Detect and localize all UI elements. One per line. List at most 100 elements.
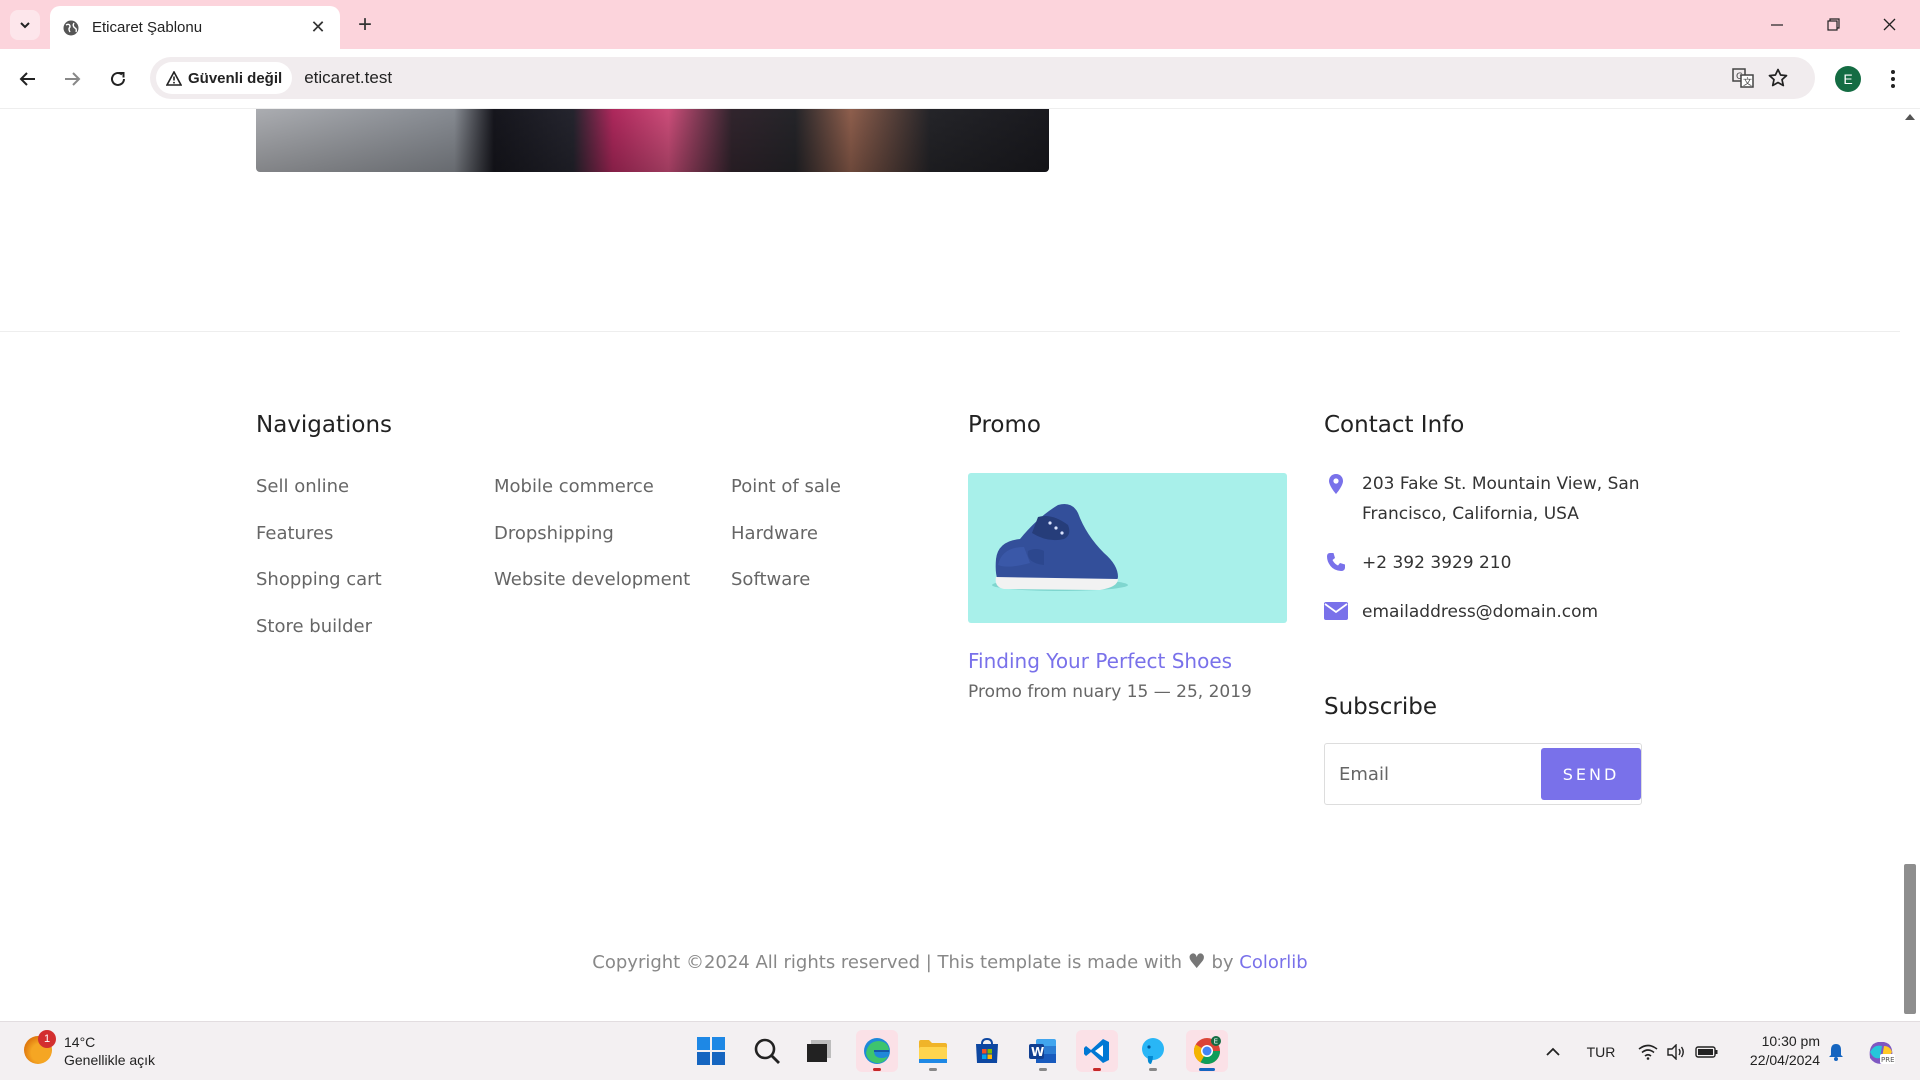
volume-icon[interactable] [1662, 1032, 1690, 1072]
tab-title: Eticaret Şablonu [92, 19, 203, 36]
restore-button[interactable] [1805, 0, 1861, 49]
nav-link-software[interactable]: Software [731, 569, 810, 590]
taskbar-store-button[interactable] [966, 1030, 1008, 1072]
taskbar-word-button[interactable]: W [1022, 1030, 1064, 1072]
hero-image [256, 109, 1049, 172]
task-view-icon [807, 1040, 831, 1062]
arrow-left-icon [19, 72, 35, 86]
taskbar-chrome-button[interactable]: E [1186, 1030, 1228, 1072]
security-indicator[interactable]: Güvenli değil [156, 62, 293, 94]
close-window-button[interactable] [1861, 0, 1917, 49]
tab-close-icon[interactable]: ✕ [308, 17, 328, 38]
taskbar-search-button[interactable] [746, 1030, 788, 1072]
send-button[interactable]: SEND [1541, 748, 1641, 800]
taskbar-app-button[interactable] [1132, 1030, 1174, 1072]
taskbar-file-explorer-button[interactable] [912, 1030, 954, 1072]
minimize-button[interactable] [1749, 0, 1805, 49]
language-indicator[interactable]: TUR [1578, 1032, 1624, 1072]
nav-link-hardware[interactable]: Hardware [731, 523, 818, 544]
envelope-icon [1324, 599, 1348, 623]
translate-button[interactable]: G文 [1730, 65, 1756, 91]
url-text[interactable]: eticaret.test [304, 68, 392, 88]
vscode-icon [1084, 1039, 1109, 1063]
browser-tab[interactable]: Eticaret Şablonu ✕ [50, 6, 340, 49]
promo-date: Promo from nuary 15 — 25, 2019 [968, 682, 1252, 702]
warning-icon [166, 70, 182, 86]
explorer-running-indicator [929, 1068, 937, 1071]
promo-image[interactable] [968, 473, 1287, 623]
store-icon [976, 1037, 998, 1063]
address-bar[interactable]: Güvenli değil eticaret.test G文 [150, 57, 1815, 99]
taskbar-start-button[interactable] [690, 1030, 732, 1072]
nav-link-sell-online[interactable]: Sell online [256, 476, 349, 497]
svg-text:文: 文 [1743, 76, 1752, 88]
clock-time: 10:30 pm [1761, 1033, 1820, 1049]
nav-link-dropshipping[interactable]: Dropshipping [494, 523, 614, 544]
copyright-line: Copyright ©2024 All rights reserved | Th… [0, 949, 1900, 973]
section-divider [0, 331, 1900, 332]
tab-strip: Eticaret Şablonu ✕ + [0, 0, 1920, 49]
back-button[interactable] [14, 65, 42, 93]
svg-text:W: W [1031, 1045, 1044, 1059]
weather-description: Genellikle açık [64, 1052, 156, 1068]
taskbar-vscode-button[interactable] [1076, 1030, 1118, 1072]
phone-icon [1324, 550, 1348, 574]
svg-text:PRE: PRE [1881, 1056, 1895, 1064]
colorlib-link[interactable]: Colorlib [1239, 952, 1307, 973]
elephant-app-icon [1142, 1038, 1164, 1064]
edge-running-indicator [873, 1068, 881, 1071]
star-icon [1768, 68, 1788, 87]
browser-menu-button[interactable] [1880, 65, 1906, 93]
word-running-indicator [1039, 1068, 1047, 1071]
app-running-indicator [1149, 1068, 1157, 1071]
subscribe-heading: Subscribe [1324, 694, 1438, 720]
subscribe-email-input[interactable] [1339, 756, 1539, 792]
vscode-running-indicator [1093, 1068, 1101, 1071]
copilot-icon[interactable]: PRE [1862, 1032, 1900, 1072]
nav-link-features[interactable]: Features [256, 523, 333, 544]
nav-link-point-of-sale[interactable]: Point of sale [731, 476, 841, 497]
contact-address-line1: 203 Fake St. Mountain View, San [1362, 474, 1640, 494]
nav-link-website-development[interactable]: Website development [494, 569, 690, 590]
wifi-icon[interactable] [1634, 1032, 1662, 1072]
weather-widget[interactable]: 1 14°C Genellikle açık [22, 1030, 222, 1074]
svg-text:E: E [1214, 1038, 1218, 1046]
security-label: Güvenli değil [188, 69, 283, 87]
nav-link-shopping-cart[interactable]: Shopping cart [256, 569, 382, 590]
scroll-up-arrow-icon[interactable] [1905, 114, 1915, 120]
show-hidden-icons-button[interactable] [1538, 1032, 1568, 1072]
close-icon [1883, 18, 1895, 31]
nav-link-mobile-commerce[interactable]: Mobile commerce [494, 476, 654, 497]
page-scrollbar[interactable] [1900, 109, 1920, 1021]
battery-icon[interactable] [1692, 1032, 1722, 1072]
heart-icon: ♥ [1187, 949, 1206, 973]
forward-button[interactable] [58, 65, 86, 93]
taskbar-edge-button[interactable] [856, 1030, 898, 1072]
search-icon [754, 1038, 780, 1064]
bookmark-button[interactable] [1765, 65, 1791, 91]
profile-avatar[interactable]: E [1835, 66, 1861, 92]
new-tab-button[interactable]: + [352, 11, 378, 38]
reload-button[interactable] [104, 65, 132, 93]
scrollbar-thumb[interactable] [1904, 864, 1916, 1014]
copyright-text: Copyright ©2024 All rights reserved | Th… [592, 952, 1183, 973]
taskbar: 1 14°C Genellikle açık W E TUR 10:30 pm … [0, 1021, 1920, 1080]
tab-search-button[interactable] [10, 10, 40, 40]
system-clock[interactable]: 10:30 pm 22/04/2024 [1736, 1032, 1820, 1070]
promo-title-link[interactable]: Finding Your Perfect Shoes [968, 649, 1232, 673]
navigations-heading: Navigations [256, 412, 393, 438]
folder-icon [919, 1040, 947, 1063]
reload-icon [111, 71, 125, 86]
minimize-icon [1771, 23, 1783, 26]
chrome-running-indicator [1199, 1068, 1215, 1071]
page-viewport: Navigations Sell online Features Shoppin… [0, 109, 1900, 1021]
contact-email[interactable]: emailaddress@domain.com [1362, 597, 1598, 627]
notification-bell-icon[interactable] [1824, 1032, 1848, 1072]
promo-heading: Promo [968, 412, 1041, 438]
weather-temperature: 14°C [64, 1034, 96, 1050]
translate-icon: G文 [1732, 68, 1754, 88]
chevron-down-icon [20, 22, 30, 29]
taskbar-task-view-button[interactable] [798, 1030, 840, 1072]
contact-phone[interactable]: +2 392 3929 210 [1362, 548, 1511, 578]
nav-link-store-builder[interactable]: Store builder [256, 616, 372, 637]
